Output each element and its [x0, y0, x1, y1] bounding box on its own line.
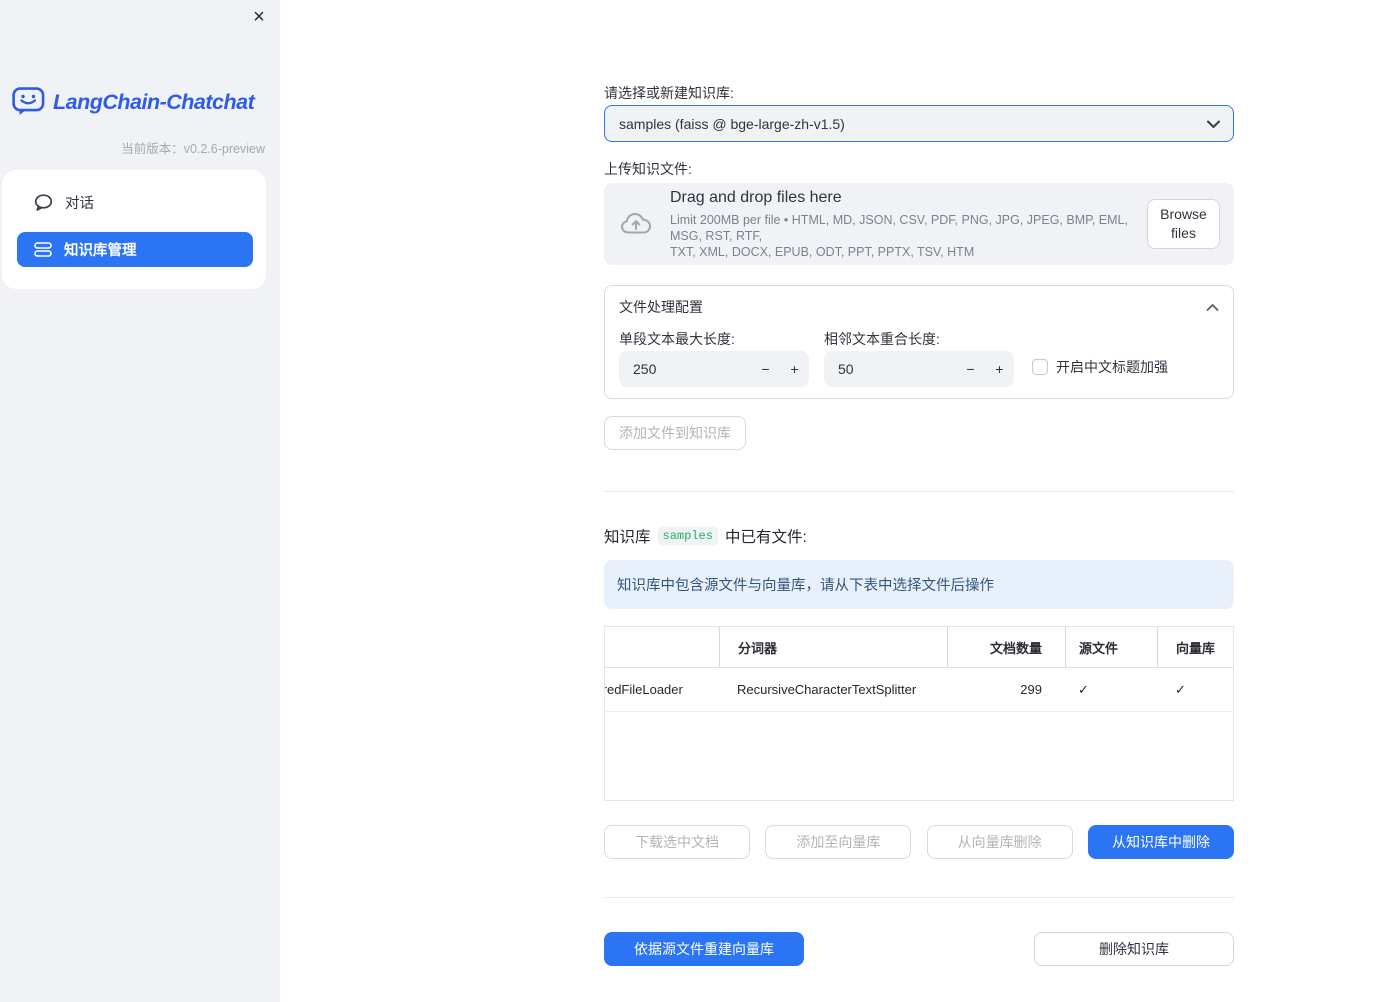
zh-title-enhance-checkbox[interactable] [1032, 359, 1048, 375]
kb-name-code: samples [657, 527, 718, 545]
file-actions-toolbar: 下载选中文档 添加至向量库 从向量库删除 从知识库中删除 [604, 825, 1234, 859]
divider [604, 897, 1234, 898]
download-selected-button[interactable]: 下载选中文档 [604, 825, 750, 859]
version-text: 当前版本：v0.2.6-preview [121, 138, 265, 157]
zh-title-enhance-label: 开启中文标题加强 [1056, 359, 1168, 375]
kb-select-dropdown[interactable]: samples (faiss @ bge-large-zh-v1.5) [604, 105, 1234, 142]
chevron-up-icon [1206, 303, 1219, 312]
column-header-doc-count: 文档数量 [947, 627, 1065, 667]
cell-loader: UnstructuredFileLoader [605, 682, 683, 697]
stack-list-icon [34, 242, 52, 257]
chunk-size-stepper[interactable]: 250 − + [619, 351, 809, 387]
sidebar-item-kb-management[interactable]: 知识库管理 [17, 232, 253, 267]
cell-splitter: RecursiveCharacterTextSplitter [737, 682, 917, 697]
kb-actions-toolbar: 依据源文件重建向量库 删除知识库 [604, 932, 1234, 966]
column-header-loader: 文档加载器 [605, 627, 719, 667]
chunk-size-decrement-button[interactable]: − [751, 351, 780, 387]
logo-chat-smiley-icon [12, 87, 45, 117]
info-banner: 知识库中包含源文件与向量库，请从下表中选择文件后操作 [604, 560, 1234, 609]
divider [604, 491, 1234, 492]
column-header-source-file: 源文件 [1065, 627, 1157, 667]
overlap-stepper[interactable]: 50 − + [824, 351, 1014, 387]
kb-heading-prefix: 知识库 [604, 529, 651, 546]
table-row[interactable]: UnstructuredFileLoader RecursiveCharacte… [605, 668, 1233, 712]
cell-doc-count: 299 [1020, 682, 1042, 697]
file-dropzone[interactable]: Drag and drop files here Limit 200MB per… [604, 183, 1234, 265]
browse-files-button[interactable]: Browse files [1147, 199, 1220, 249]
delete-from-vector-store-button[interactable]: 从向量库删除 [926, 825, 1073, 859]
add-files-to-kb-button[interactable]: 添加文件到知识库 [604, 416, 746, 450]
kb-files-table[interactable]: 文档加载器 分词器 文档数量 源文件 向量库 UnstructuredFileL… [604, 626, 1234, 801]
kb-heading-suffix: 中已有文件: [724, 529, 807, 546]
kb-select-value: samples (faiss @ bge-large-zh-v1.5) [619, 115, 845, 132]
cell-vector-store-check: ✓ [1157, 668, 1233, 711]
upload-label: 上传知识文件: [604, 161, 692, 177]
delete-kb-button[interactable]: 删除知识库 [1034, 932, 1234, 966]
dropzone-instructions: Drag and drop files here Limit 200MB per… [670, 189, 1147, 260]
logo-text: LangChain-Chatchat [53, 89, 255, 114]
file-config-expander: 文件处理配置 单段文本最大长度: 相邻文本重合长度: 250 − + 50 − … [604, 285, 1234, 399]
sidebar: × LangChain-Chatchat 当前版本：v0.2.6-preview [0, 0, 280, 1002]
chevron-down-icon [1206, 119, 1221, 129]
add-to-vector-store-button[interactable]: 添加至向量库 [765, 825, 912, 859]
zh-title-enhance-option[interactable]: 开启中文标题加强 [1032, 357, 1168, 377]
chunk-size-label: 单段文本最大长度: [619, 331, 735, 347]
dropzone-title: Drag and drop files here [670, 188, 842, 206]
expander-title: 文件处理配置 [619, 299, 703, 315]
dropzone-limit-text: Limit 200MB per file • HTML, MD, JSON, C… [670, 212, 1128, 243]
overlap-increment-button[interactable]: + [985, 351, 1014, 387]
expander-header[interactable]: 文件处理配置 [619, 297, 1219, 317]
sidebar-close-icon[interactable]: × [246, 4, 272, 30]
chunk-size-value: 250 [633, 361, 657, 377]
table-header-row: 文档加载器 分词器 文档数量 源文件 向量库 [605, 627, 1233, 668]
version-label: 当前版本： [121, 142, 184, 156]
sidebar-item-label: 对话 [65, 196, 94, 212]
column-header-vector-store: 向量库 [1157, 627, 1233, 667]
column-header-splitter: 分词器 [719, 627, 947, 667]
sidebar-item-label: 知识库管理 [64, 243, 137, 259]
info-banner-text: 知识库中包含源文件与向量库，请从下表中选择文件后操作 [617, 578, 994, 594]
dropzone-filetypes-text: TXT, XML, DOCX, EPUB, ODT, PPT, PPTX, TS… [670, 244, 975, 259]
main-content: 请选择或新建知识库: samples (faiss @ bge-large-zh… [604, 0, 1234, 1002]
chat-bubble-icon [34, 194, 53, 211]
chunk-size-increment-button[interactable]: + [780, 351, 809, 387]
sidebar-menu: 对话 知识库管理 [2, 170, 266, 289]
overlap-value: 50 [838, 361, 854, 377]
version-value: v0.2.6-preview [183, 142, 265, 156]
delete-from-kb-button[interactable]: 从知识库中删除 [1087, 825, 1234, 859]
checkmark-icon: ✓ [1175, 681, 1186, 697]
kb-files-heading: 知识库 samples 中已有文件: [604, 525, 807, 547]
app-window: × LangChain-Chatchat 当前版本：v0.2.6-preview [0, 0, 1380, 1002]
overlap-label: 相邻文本重合长度: [824, 331, 940, 347]
rebuild-vector-store-button[interactable]: 依据源文件重建向量库 [604, 932, 804, 966]
checkmark-icon: ✓ [1078, 681, 1089, 697]
overlap-decrement-button[interactable]: − [956, 351, 985, 387]
kb-select-label: 请选择或新建知识库: [604, 85, 734, 101]
app-logo: LangChain-Chatchat [12, 87, 255, 117]
cell-source-file-check: ✓ [1065, 668, 1157, 711]
sidebar-item-dialogue[interactable]: 对话 [17, 185, 253, 220]
cloud-upload-icon [620, 211, 652, 237]
